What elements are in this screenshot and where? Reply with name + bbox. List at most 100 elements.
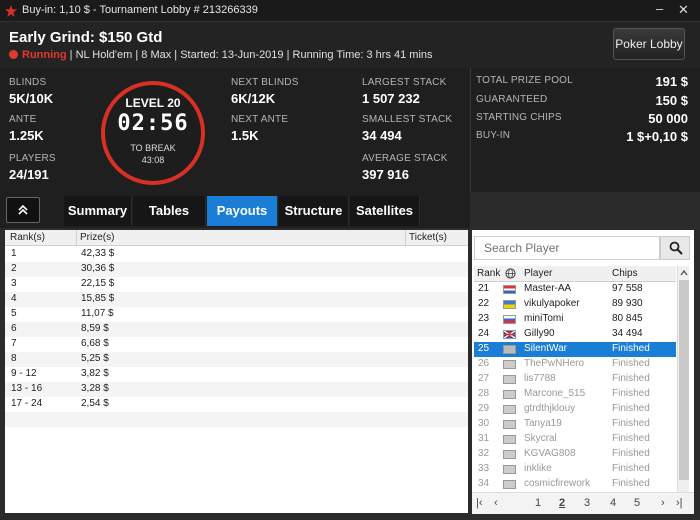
tab-payouts[interactable]: Payouts xyxy=(207,196,278,226)
page-2-current[interactable]: 2 xyxy=(559,497,565,509)
table-row[interactable]: 13 - 16 3,28 $ xyxy=(5,382,468,397)
table-row[interactable]: 5 11,07 $ xyxy=(5,307,468,322)
payout-prize: 5,25 $ xyxy=(81,353,109,364)
ticket-column-header[interactable]: Ticket(s) xyxy=(409,232,447,243)
player-chips: Finished xyxy=(612,343,650,354)
player-row-selected[interactable]: 25 SilentWar Finished xyxy=(474,342,676,357)
to-break-label: TO BREAK xyxy=(130,143,176,153)
player-rank: 21 xyxy=(478,283,490,294)
next-ante-value: 1.5K xyxy=(231,128,259,143)
table-row[interactable]: 17 - 24 2,54 $ xyxy=(5,397,468,412)
payouts-table: Rank(s) Prize(s) Ticket(s) 1 42,33 $ 2 30,… xyxy=(5,230,468,513)
tab-tables[interactable]: Tables xyxy=(133,196,206,226)
player-rank: 24 xyxy=(478,328,490,339)
payout-prize: 3,82 $ xyxy=(81,368,109,379)
previous-page-icon[interactable]: ‹ xyxy=(494,497,498,509)
tournament-header: Early Grind: $150 Gtd Running | NL Hold'… xyxy=(0,22,700,68)
tab-structure[interactable]: Structure xyxy=(279,196,349,226)
table-row[interactable]: 9 - 12 3,82 $ xyxy=(5,367,468,382)
player-chips: 97 558 xyxy=(612,283,643,294)
player-chips: Finished xyxy=(612,478,650,489)
player-name: Marcone_515 xyxy=(524,388,586,399)
starting-chips-value: 50 000 xyxy=(648,111,688,126)
player-column-header[interactable]: Player xyxy=(524,268,552,279)
prize-column-header[interactable]: Prize(s) xyxy=(80,232,114,243)
player-name: ThePwNHero xyxy=(524,358,585,369)
player-row[interactable]: 28 Marcone_515 Finished xyxy=(474,387,676,402)
rank-column-header[interactable]: Rank(s) xyxy=(10,232,45,243)
country-flag-icon xyxy=(503,300,516,309)
payout-prize: 8,59 $ xyxy=(81,323,109,334)
player-row[interactable]: 31 Skycral Finished xyxy=(474,432,676,447)
blinds-label: BLINDS xyxy=(9,77,47,88)
status-badge: Running xyxy=(22,49,67,61)
player-row[interactable]: 34 cosmicfirework Finished xyxy=(474,477,676,492)
player-row[interactable]: 24 Gilly90 34 494 xyxy=(474,327,676,342)
players-header-row: Rank Player Chips xyxy=(474,266,676,282)
payout-rank: 13 - 16 xyxy=(11,383,43,394)
chips-column-header[interactable]: Chips xyxy=(612,268,638,279)
level-clock: LEVEL 20 02:56 TO BREAK 43:08 xyxy=(101,81,205,185)
table-row[interactable]: 6 8,59 $ xyxy=(5,322,468,337)
players-scrollbar[interactable] xyxy=(677,266,689,492)
player-rank: 33 xyxy=(478,463,490,474)
poker-lobby-button[interactable]: Poker Lobby xyxy=(613,28,685,60)
largest-stack-label: LARGEST STACK xyxy=(362,77,447,88)
tab-satellites[interactable]: Satellites xyxy=(350,196,420,226)
buy-in-label: BUY-IN xyxy=(476,130,511,141)
search-button[interactable] xyxy=(660,236,690,260)
player-rank: 31 xyxy=(478,433,490,444)
table-row[interactable]: 7 6,68 $ xyxy=(5,337,468,352)
next-page-icon[interactable]: › xyxy=(661,497,665,509)
page-1[interactable]: 1 xyxy=(535,497,541,509)
table-row[interactable]: 3 22,15 $ xyxy=(5,277,468,292)
first-page-icon[interactable]: |‹ xyxy=(476,497,483,509)
payout-rank: 17 - 24 xyxy=(11,398,43,409)
search-player-input[interactable] xyxy=(474,236,660,260)
page-3[interactable]: 3 xyxy=(584,497,590,509)
player-name: SilentWar xyxy=(524,343,567,354)
country-flag-icon xyxy=(503,465,516,474)
player-row[interactable]: 26 ThePwNHero Finished xyxy=(474,357,676,372)
tab-summary[interactable]: Summary xyxy=(64,196,132,226)
table-row[interactable]: 2 30,36 $ xyxy=(5,262,468,277)
country-flag-icon xyxy=(503,345,516,354)
table-row[interactable]: 4 15,85 $ xyxy=(5,292,468,307)
player-row[interactable]: 23 miniTomi 80 845 xyxy=(474,312,676,327)
player-chips: Finished xyxy=(612,433,650,444)
scrollbar-thumb[interactable] xyxy=(679,280,689,480)
player-rank: 27 xyxy=(478,373,490,384)
collapse-panel-button[interactable] xyxy=(6,197,40,223)
close-button[interactable]: ✕ xyxy=(678,2,689,18)
average-stack-label: AVERAGE STACK xyxy=(362,153,448,164)
player-row[interactable]: 27 lis7788 Finished xyxy=(474,372,676,387)
page-4[interactable]: 4 xyxy=(610,497,616,509)
table-row[interactable]: 8 5,25 $ xyxy=(5,352,468,367)
player-chips: Finished xyxy=(612,373,650,384)
player-row[interactable]: 32 KGVAG808 Finished xyxy=(474,447,676,462)
minimize-button[interactable]: – xyxy=(656,1,663,16)
scroll-up-arrow-icon[interactable] xyxy=(679,268,689,278)
payout-rank: 8 xyxy=(11,353,17,364)
player-row[interactable]: 33 inklike Finished xyxy=(474,462,676,477)
payout-prize: 42,33 $ xyxy=(81,248,115,259)
player-name: Master-AA xyxy=(524,283,572,294)
level-timer: 02:56 xyxy=(117,111,189,136)
player-name: vikulyapoker xyxy=(524,298,580,309)
country-flag-icon xyxy=(503,480,516,489)
player-rank: 29 xyxy=(478,403,490,414)
player-row[interactable]: 30 Tanya19 Finished xyxy=(474,417,676,432)
page-5[interactable]: 5 xyxy=(634,497,640,509)
country-flag-icon xyxy=(503,360,516,369)
player-name: Tanya19 xyxy=(524,418,562,429)
table-row[interactable]: 1 42,33 $ xyxy=(5,247,468,262)
player-row[interactable]: 21 Master-AA 97 558 xyxy=(474,282,676,297)
guaranteed-value: 150 $ xyxy=(655,93,688,108)
last-page-icon[interactable]: ›| xyxy=(676,497,683,509)
next-blinds-value: 6K/12K xyxy=(231,91,276,106)
country-flag-icon xyxy=(503,405,516,414)
player-row[interactable]: 29 gtrdthjklouy Finished xyxy=(474,402,676,417)
player-row[interactable]: 22 vikulyapoker 89 930 xyxy=(474,297,676,312)
player-rank-column-header[interactable]: Rank xyxy=(477,268,500,279)
info-divider xyxy=(470,68,471,192)
